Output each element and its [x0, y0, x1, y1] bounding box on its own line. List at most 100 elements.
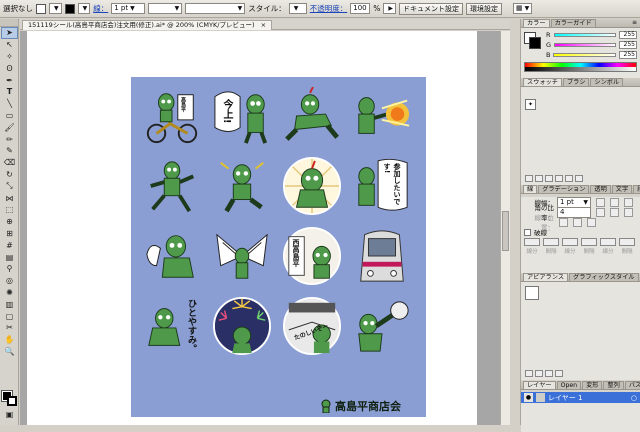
- layer-name[interactable]: レイヤー 1: [548, 393, 582, 403]
- new-symbol-icon[interactable]: [565, 175, 573, 182]
- rectangle-tool-icon[interactable]: ▭: [1, 110, 18, 122]
- sticker-join-hero[interactable]: 参加したいです!: [353, 157, 411, 215]
- miter-limit-input[interactable]: 4: [557, 206, 591, 218]
- line-tool-icon[interactable]: ╲: [1, 98, 18, 110]
- sticker-sheet[interactable]: 高島平 今上! 参加したいです! 西高島平 ひとやすみ。 たのしいぞー 高島平商…: [131, 77, 426, 417]
- tab-graphic-styles[interactable]: グラフィックスタイル: [569, 273, 639, 281]
- arrange-icon[interactable]: ▦ ▼: [513, 3, 533, 14]
- align-outside-icon[interactable]: [587, 217, 596, 227]
- selection-tool-icon[interactable]: ➤: [1, 27, 18, 39]
- free-transform-tool-icon[interactable]: ⬚: [1, 204, 18, 216]
- stroke-label-link[interactable]: 線：: [93, 3, 108, 14]
- symbol-thumbnail-icon[interactable]: ✦: [525, 99, 536, 110]
- tab-pathfinder[interactable]: パス: [624, 381, 640, 389]
- round-join-icon[interactable]: [610, 207, 619, 217]
- projecting-cap-icon[interactable]: [624, 197, 633, 207]
- dash-2-field[interactable]: [562, 238, 578, 246]
- perspective-grid-tool-icon[interactable]: ⊞: [1, 228, 18, 240]
- close-tab-icon[interactable]: ×: [261, 21, 266, 29]
- vertical-scrollbar[interactable]: [500, 31, 510, 425]
- direct-selection-tool-icon[interactable]: ↖: [1, 39, 18, 51]
- align-inside-icon[interactable]: [573, 217, 582, 227]
- canvas-area[interactable]: 高島平 今上! 参加したいです! 西高島平 ひとやすみ。 たのしいぞー 高島平商…: [20, 31, 510, 425]
- tab-stroke[interactable]: 線: [523, 185, 538, 193]
- sticker-round-sunburst[interactable]: [283, 157, 341, 215]
- sticker-jump-hero[interactable]: [283, 86, 341, 145]
- eyedropper-tool-icon[interactable]: ⚲: [1, 263, 18, 275]
- green-value[interactable]: 255: [619, 41, 637, 49]
- width-tool-icon[interactable]: ⋈: [1, 192, 18, 204]
- round-cap-icon[interactable]: [610, 197, 619, 207]
- sticker-round-fireworks[interactable]: [213, 297, 271, 355]
- sticker-punch-hero[interactable]: [353, 297, 411, 355]
- pencil-tool-icon[interactable]: ✏: [1, 133, 18, 145]
- opacity-label-link[interactable]: 不透明度：: [310, 3, 348, 14]
- stroke-dropdown[interactable]: ▼: [77, 3, 91, 14]
- artboard[interactable]: 高島平 今上! 参加したいです! 西高島平 ひとやすみ。 たのしいぞー 高島平商…: [27, 31, 477, 425]
- delete-symbol-icon[interactable]: [575, 175, 583, 182]
- scale-tool-icon[interactable]: ⤡: [1, 180, 18, 192]
- sticker-hop-hero[interactable]: [213, 157, 271, 215]
- new-style-icon[interactable]: [545, 370, 553, 377]
- dash-1-field[interactable]: [524, 238, 540, 246]
- gap-3-field[interactable]: [619, 238, 635, 246]
- magic-wand-tool-icon[interactable]: ✧: [1, 51, 18, 63]
- gradient-tool-icon[interactable]: ▤: [1, 251, 18, 263]
- tab-transform[interactable]: 変形: [582, 381, 603, 389]
- default-style-thumbnail[interactable]: [525, 286, 539, 300]
- dash-3-field[interactable]: [600, 238, 616, 246]
- preferences-button[interactable]: 環境設定: [466, 2, 503, 15]
- rotate-tool-icon[interactable]: ↻: [1, 169, 18, 181]
- tab-character[interactable]: 文字: [611, 185, 633, 193]
- sticker-rest-hero[interactable]: ひとやすみ。: [143, 297, 201, 355]
- visibility-eye-icon[interactable]: ●: [524, 393, 533, 402]
- lock-toggle-icon[interactable]: [536, 393, 545, 402]
- break-style-link-icon[interactable]: [535, 370, 543, 377]
- dashed-checkbox[interactable]: [524, 228, 531, 236]
- symbol-sprayer-tool-icon[interactable]: ✺: [1, 287, 18, 299]
- zoom-tool-icon[interactable]: 🔍: [1, 346, 18, 358]
- opacity-dropdown[interactable]: ▶: [383, 3, 397, 14]
- fill-swatch[interactable]: [36, 3, 46, 14]
- place-symbol-icon[interactable]: [535, 175, 543, 182]
- slice-tool-icon[interactable]: ✂: [1, 322, 18, 334]
- tab-symbols[interactable]: シンボル: [590, 78, 624, 86]
- panel-menu-icon[interactable]: ≡: [632, 19, 637, 26]
- paintbrush-tool-icon[interactable]: 🖌: [1, 121, 18, 133]
- sticker-running-hero[interactable]: [143, 157, 201, 215]
- sticker-butterfly-hero[interactable]: [213, 227, 271, 285]
- opacity-field[interactable]: 100: [350, 3, 371, 14]
- style-library-icon[interactable]: [525, 370, 533, 377]
- blend-tool-icon[interactable]: ◎: [1, 275, 18, 287]
- tab-align[interactable]: 整列: [603, 381, 624, 389]
- library-menu-icon[interactable]: [525, 175, 533, 182]
- blue-slider[interactable]: [553, 53, 616, 57]
- align-center-icon[interactable]: [559, 217, 568, 227]
- document-tab[interactable]: 151119シール(高島平商店会)注文用(修正).ai* @ 200% (CMY…: [22, 20, 273, 30]
- sticker-blast-hero[interactable]: [353, 87, 411, 145]
- hand-tool-icon[interactable]: ✋: [1, 334, 18, 346]
- fill-dropdown[interactable]: ▼: [49, 3, 62, 14]
- tab-brushes[interactable]: ブラシ: [562, 78, 590, 86]
- stroke-color-swatch[interactable]: [529, 37, 541, 49]
- shape-builder-tool-icon[interactable]: ⊕: [1, 216, 18, 228]
- layer-target-icon[interactable]: ○: [631, 394, 637, 402]
- butt-cap-icon[interactable]: [596, 197, 605, 207]
- gap-2-field[interactable]: [581, 238, 597, 246]
- tab-gradient[interactable]: グラデーション: [538, 185, 590, 193]
- sticker-shout-hero[interactable]: 今上!: [213, 87, 271, 145]
- drawing-mode-icon[interactable]: ▣: [1, 409, 18, 421]
- lasso-tool-icon[interactable]: ʘ: [1, 62, 18, 74]
- mesh-tool-icon[interactable]: #: [1, 239, 18, 251]
- blob-brush-tool-icon[interactable]: ✎: [1, 145, 18, 157]
- delete-style-icon[interactable]: [555, 370, 563, 377]
- gap-1-field[interactable]: [543, 238, 559, 246]
- break-link-icon[interactable]: [545, 175, 553, 182]
- symbol-options-icon[interactable]: [555, 175, 563, 182]
- layer-row[interactable]: ● レイヤー 1 ○: [521, 392, 640, 403]
- style-dropdown[interactable]: ▼: [288, 3, 307, 14]
- tab-paragraph[interactable]: 段落: [633, 185, 640, 193]
- tab-swatches[interactable]: スウォッチ: [523, 78, 562, 86]
- stroke-weight-field[interactable]: 1 pt ▼: [111, 3, 146, 14]
- sticker-round-platform[interactable]: たのしいぞー: [283, 297, 341, 355]
